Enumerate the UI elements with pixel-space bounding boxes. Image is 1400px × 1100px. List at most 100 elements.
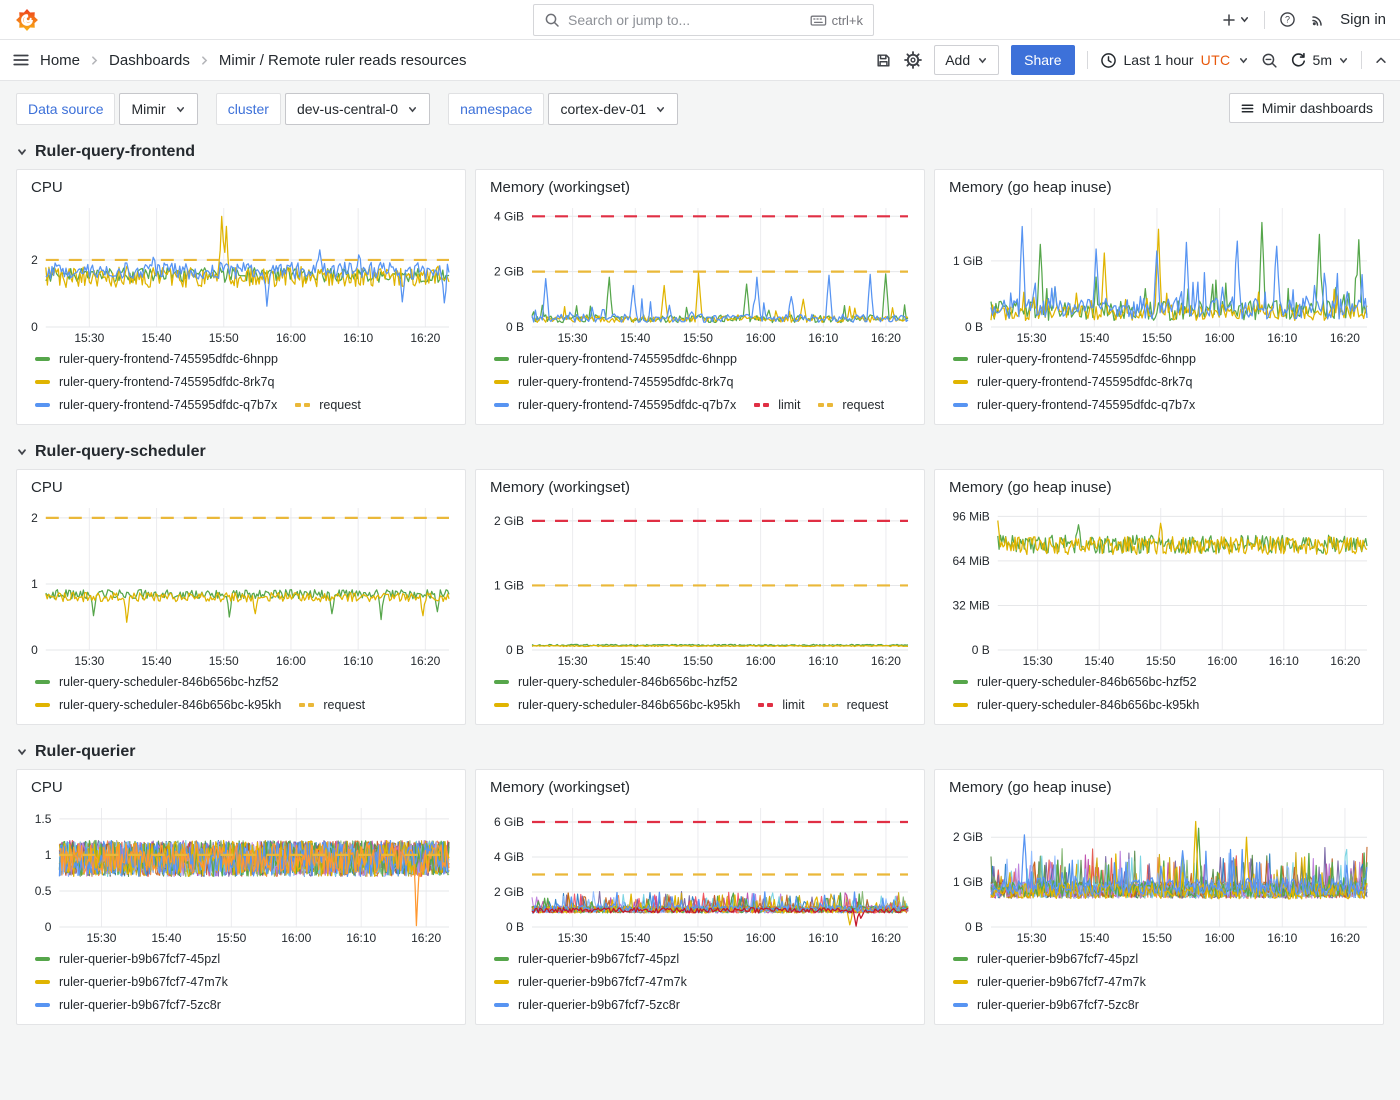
cluster-value-dropdown[interactable]: dev-us-central-0 xyxy=(285,93,430,125)
panel-title[interactable]: CPU xyxy=(27,179,455,196)
svg-text:15:40: 15:40 xyxy=(620,654,650,668)
help-button[interactable]: ? xyxy=(1279,11,1296,28)
time-series-chart[interactable]: 0 B1 GiB15:3015:4015:5016:0016:1016:20 xyxy=(945,198,1373,347)
row-toggle-ruler-querier[interactable]: Ruler-querier xyxy=(16,743,1384,761)
legend-label: ruler-querier-b9b67fcf7-5zc8r xyxy=(977,998,1139,1012)
legend-entry[interactable]: ruler-querier-b9b67fcf7-5zc8r xyxy=(35,998,221,1012)
time-series-chart[interactable]: 0 B1 GiB2 GiB15:3015:4015:5016:0016:1016… xyxy=(945,798,1373,947)
legend-entry[interactable]: ruler-query-scheduler-846b656bc-k95kh xyxy=(494,698,740,712)
new-menu-button[interactable] xyxy=(1221,12,1250,28)
legend-entry[interactable]: limit xyxy=(754,398,800,412)
news-button[interactable] xyxy=(1310,12,1326,28)
panel-title[interactable]: CPU xyxy=(27,779,455,796)
mega-menu-toggle[interactable] xyxy=(12,51,30,69)
chevron-down-icon xyxy=(1239,14,1250,25)
add-panel-button[interactable]: Add xyxy=(934,45,999,75)
svg-text:15:50: 15:50 xyxy=(1142,331,1172,345)
legend-entry[interactable]: ruler-querier-b9b67fcf7-5zc8r xyxy=(494,998,680,1012)
legend-entry[interactable]: ruler-query-frontend-745595dfdc-8rk7q xyxy=(953,375,1192,389)
legend-entry[interactable]: ruler-querier-b9b67fcf7-47m7k xyxy=(494,975,687,989)
legend-label: ruler-querier-b9b67fcf7-45pzl xyxy=(518,952,679,966)
search-box[interactable]: ctrl+k xyxy=(533,4,874,36)
divider xyxy=(1361,51,1362,69)
search-input[interactable] xyxy=(568,12,802,28)
legend-entry[interactable]: ruler-query-frontend-745595dfdc-q7b7x xyxy=(35,398,277,412)
panel-title[interactable]: Memory (workingset) xyxy=(486,779,914,796)
collapse-controls-button[interactable] xyxy=(1374,53,1388,67)
legend-entry[interactable]: limit xyxy=(758,698,804,712)
panel-title[interactable]: Memory (go heap inuse) xyxy=(945,479,1373,496)
legend-entry[interactable]: request xyxy=(295,398,361,412)
legend-entry[interactable]: ruler-query-frontend-745595dfdc-q7b7x xyxy=(494,398,736,412)
share-button[interactable]: Share xyxy=(1011,45,1074,75)
panel-frontend-cpu: CPU 0215:3015:4015:5016:0016:1016:20 rul… xyxy=(16,169,466,425)
legend-entry[interactable]: ruler-querier-b9b67fcf7-45pzl xyxy=(494,952,679,966)
time-series-chart[interactable]: 0 B2 GiB4 GiB6 GiB15:3015:4015:5016:0016… xyxy=(486,798,914,947)
legend-entry[interactable]: request xyxy=(299,698,365,712)
legend-swatch xyxy=(823,703,838,707)
time-range-picker[interactable]: Last 1 hour UTC xyxy=(1100,52,1249,69)
refresh-controls[interactable]: 5m xyxy=(1290,52,1349,69)
namespace-value-dropdown[interactable]: cortex-dev-01 xyxy=(548,93,678,125)
time-series-chart[interactable]: 0 B32 MiB64 MiB96 MiB15:3015:4015:5016:0… xyxy=(945,498,1373,670)
time-series-chart[interactable]: 00.511.515:3015:4015:5016:0016:1016:20 xyxy=(27,798,455,947)
legend-entry[interactable]: ruler-query-scheduler-846b656bc-hzf52 xyxy=(494,675,738,689)
sign-in-link[interactable]: Sign in xyxy=(1340,11,1386,28)
legend-entry[interactable]: request xyxy=(818,398,884,412)
legend-entry[interactable]: ruler-query-scheduler-846b656bc-k95kh xyxy=(35,698,281,712)
svg-text:1: 1 xyxy=(45,848,52,862)
row-toggle-ruler-query-frontend[interactable]: Ruler-query-frontend xyxy=(16,143,1384,161)
breadcrumb-current: Mimir / Remote ruler reads resources xyxy=(219,52,467,69)
svg-text:16:10: 16:10 xyxy=(808,331,838,345)
breadcrumb-home[interactable]: Home xyxy=(40,52,80,69)
legend-entry[interactable]: ruler-query-scheduler-846b656bc-hzf52 xyxy=(953,675,1197,689)
row-toggle-ruler-query-scheduler[interactable]: Ruler-query-scheduler xyxy=(16,443,1384,461)
legend-entry[interactable]: ruler-query-frontend-745595dfdc-8rk7q xyxy=(35,375,274,389)
legend: ruler-query-frontend-745595dfdc-6hnpp rul… xyxy=(945,347,1373,418)
grafana-logo[interactable] xyxy=(14,7,40,33)
svg-text:15:50: 15:50 xyxy=(683,654,713,668)
panel-title[interactable]: Memory (go heap inuse) xyxy=(945,779,1373,796)
legend-entry[interactable]: ruler-querier-b9b67fcf7-5zc8r xyxy=(953,998,1139,1012)
datasource-label[interactable]: Data source xyxy=(16,93,115,125)
legend-swatch xyxy=(494,1003,509,1007)
legend-entry[interactable]: ruler-querier-b9b67fcf7-47m7k xyxy=(953,975,1146,989)
time-series-chart[interactable]: 0 B1 GiB2 GiB15:3015:4015:5016:0016:1016… xyxy=(486,498,914,670)
legend: ruler-query-scheduler-846b656bc-hzf52 rul… xyxy=(27,670,455,718)
legend-entry[interactable]: ruler-querier-b9b67fcf7-45pzl xyxy=(35,952,220,966)
legend-entry[interactable]: ruler-query-frontend-745595dfdc-q7b7x xyxy=(953,398,1195,412)
svg-text:16:20: 16:20 xyxy=(411,931,441,945)
legend-entry[interactable]: ruler-querier-b9b67fcf7-47m7k xyxy=(35,975,228,989)
svg-text:16:00: 16:00 xyxy=(746,931,776,945)
svg-text:16:20: 16:20 xyxy=(871,654,901,668)
breadcrumb-dashboards[interactable]: Dashboards xyxy=(109,52,190,69)
save-dashboard-button[interactable] xyxy=(875,52,892,69)
legend-entry[interactable]: ruler-query-frontend-745595dfdc-6hnpp xyxy=(494,352,737,366)
panel-title[interactable]: Memory (workingset) xyxy=(486,479,914,496)
datasource-value-dropdown[interactable]: Mimir xyxy=(119,93,197,125)
legend-entry[interactable]: ruler-query-scheduler-846b656bc-hzf52 xyxy=(35,675,279,689)
legend-entry[interactable]: ruler-query-frontend-745595dfdc-6hnpp xyxy=(35,352,278,366)
mimir-dashboards-button[interactable]: Mimir dashboards xyxy=(1229,93,1384,123)
legend-entry[interactable]: ruler-query-frontend-745595dfdc-8rk7q xyxy=(494,375,733,389)
svg-text:96 MiB: 96 MiB xyxy=(952,509,989,523)
zoom-out-button[interactable] xyxy=(1261,52,1278,69)
legend-entry[interactable]: request xyxy=(823,698,889,712)
legend-swatch xyxy=(295,403,310,407)
svg-text:16:20: 16:20 xyxy=(410,654,440,668)
cluster-label[interactable]: cluster xyxy=(216,93,281,125)
svg-text:15:50: 15:50 xyxy=(683,931,713,945)
panel-title[interactable]: Memory (workingset) xyxy=(486,179,914,196)
legend-entry[interactable]: ruler-querier-b9b67fcf7-45pzl xyxy=(953,952,1138,966)
namespace-label[interactable]: namespace xyxy=(448,93,544,125)
time-series-chart[interactable]: 0215:3015:4015:5016:0016:1016:20 xyxy=(27,198,455,347)
legend-entry[interactable]: ruler-query-frontend-745595dfdc-6hnpp xyxy=(953,352,1196,366)
legend-entry[interactable]: ruler-query-scheduler-846b656bc-k95kh xyxy=(953,698,1199,712)
panel-title[interactable]: Memory (go heap inuse) xyxy=(945,179,1373,196)
dashboard-settings-button[interactable] xyxy=(904,51,922,69)
panel-title[interactable]: CPU xyxy=(27,479,455,496)
time-series-chart[interactable]: 01215:3015:4015:5016:0016:1016:20 xyxy=(27,498,455,670)
cluster-value: dev-us-central-0 xyxy=(297,101,398,117)
time-series-chart[interactable]: 0 B2 GiB4 GiB15:3015:4015:5016:0016:1016… xyxy=(486,198,914,347)
svg-text:15:40: 15:40 xyxy=(1079,931,1109,945)
